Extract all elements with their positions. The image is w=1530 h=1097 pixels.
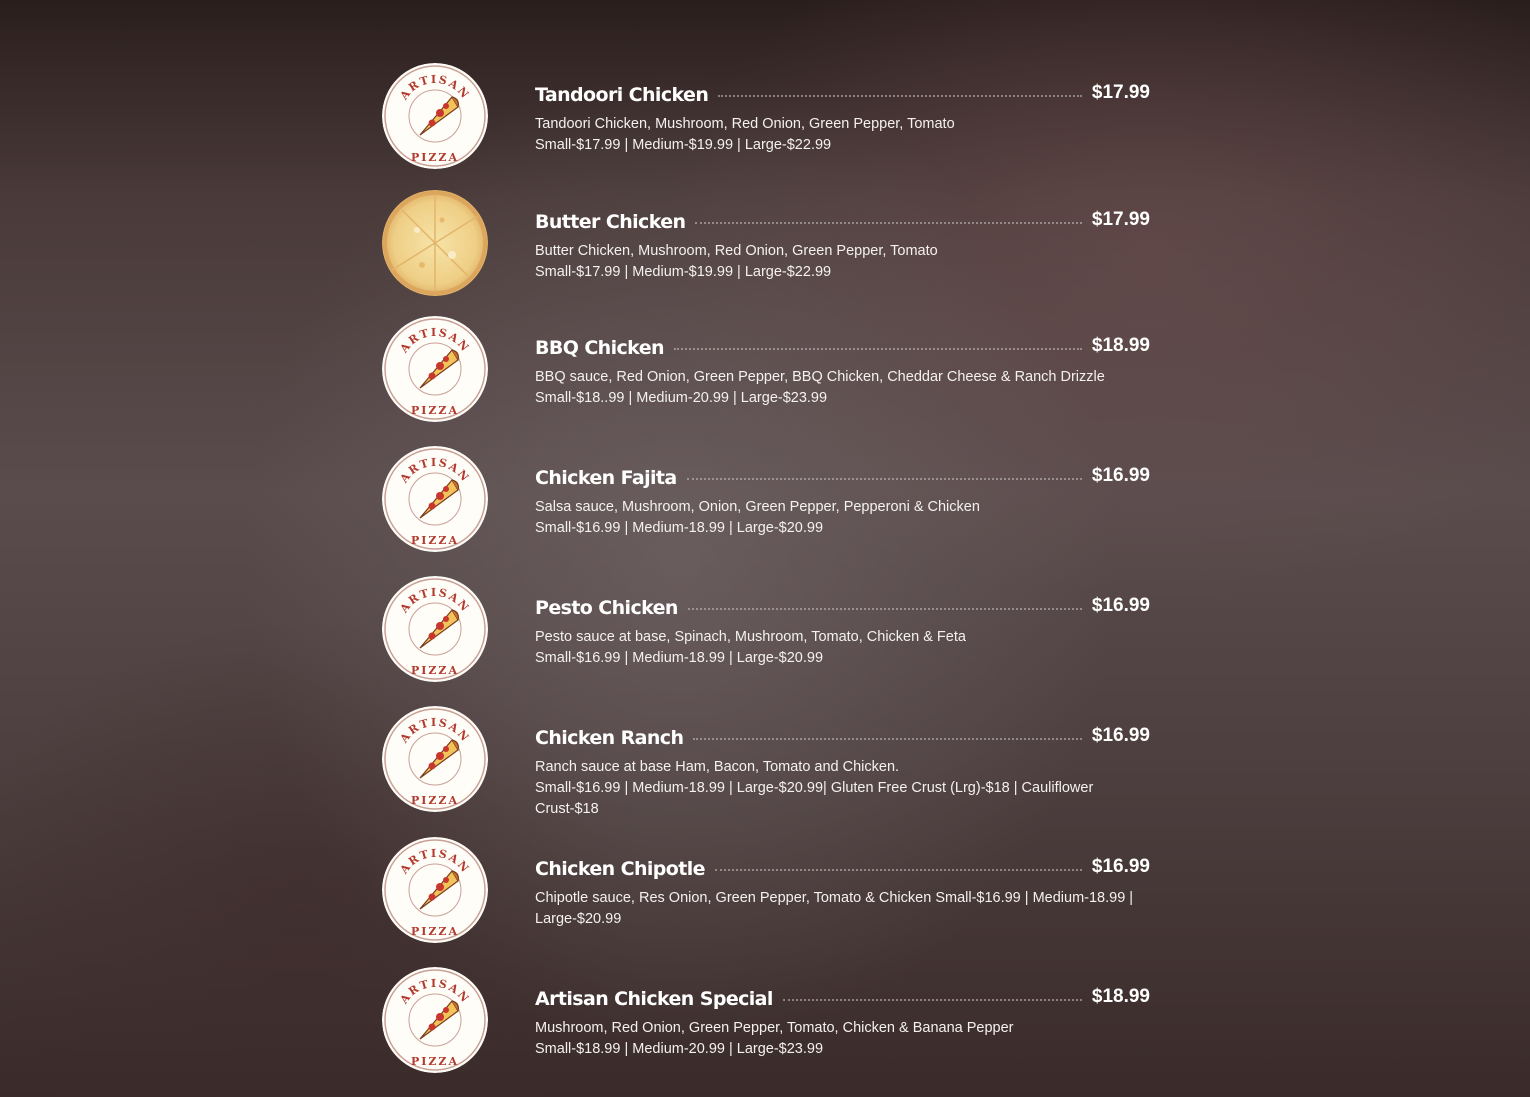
cheese-pizza-photo-image (382, 190, 488, 296)
dotted-leader (714, 869, 1082, 871)
menu-item: ARTISAN PIZZA Chicken Ranch $16.99 Ranch… (382, 706, 1150, 817)
dotted-leader (782, 999, 1082, 1001)
item-sizes: Small-$17.99 | Medium-$19.99 | Large-$22… (535, 264, 832, 280)
svg-text:PIZZA: PIZZA (411, 664, 459, 677)
svg-text:PIZZA: PIZZA (411, 534, 459, 547)
dotted-leader (693, 738, 1082, 740)
item-sizes: Small-$17.99 | Medium-$19.99 | Large-$22… (535, 137, 832, 153)
item-ingredients: BBQ sauce, Red Onion, Green Pepper, BBQ … (535, 369, 1105, 385)
item-price: $17.99 (1091, 82, 1150, 103)
item-name: Chicken Ranch (535, 727, 684, 749)
item-price: $16.99 (1091, 465, 1150, 486)
item-ingredients: Tandoori Chicken, Mushroom, Red Onion, G… (535, 116, 955, 132)
item-price: $17.99 (1091, 209, 1150, 230)
svg-text:PIZZA: PIZZA (411, 925, 459, 938)
menu-item: ARTISAN PIZZA Pesto Chicken $16.99 Pesto… (382, 576, 1150, 686)
dotted-leader (695, 222, 1082, 224)
menu-item: Butter Chicken $17.99 Butter Chicken, Mu… (382, 190, 1150, 300)
dotted-leader (718, 95, 1082, 97)
item-price: $18.99 (1091, 335, 1150, 356)
dotted-leader (673, 348, 1082, 350)
artisan-pizza-logo-image: ARTISAN PIZZA (382, 706, 488, 812)
item-sizes: Small-$16.99 | Medium-18.99 | Large-$20.… (535, 650, 824, 666)
item-name: Artisan Chicken Special (535, 988, 773, 1010)
item-ingredients: Chipotle sauce, Res Onion, Green Pepper,… (535, 890, 1134, 927)
artisan-pizza-logo-image: ARTISAN PIZZA (382, 446, 488, 552)
item-price: $16.99 (1091, 725, 1150, 746)
artisan-pizza-logo-image: ARTISAN PIZZA (382, 837, 488, 943)
item-price: $16.99 (1091, 856, 1150, 877)
svg-text:PIZZA: PIZZA (411, 404, 459, 417)
item-name: Tandoori Chicken (535, 84, 709, 106)
item-ingredients: Butter Chicken, Mushroom, Red Onion, Gre… (535, 243, 938, 259)
item-sizes: Small-$16.99 | Medium-18.99 | Large-$20.… (535, 520, 824, 536)
item-price: $16.99 (1091, 595, 1150, 616)
artisan-pizza-logo-image: ARTISAN PIZZA (382, 967, 488, 1073)
item-ingredients: Ranch sauce at base Ham, Bacon, Tomato a… (535, 759, 900, 775)
item-name: Chicken Chipotle (535, 858, 706, 880)
item-name: Chicken Fajita (535, 467, 677, 489)
menu-item: ARTISAN PIZZA Chicken Fajita $16.99 Sals… (382, 446, 1150, 556)
menu-item: ARTISAN PIZZA BBQ Chicken $18.99 BBQ sau… (382, 316, 1150, 426)
item-ingredients: Mushroom, Red Onion, Green Pepper, Tomat… (535, 1020, 1014, 1036)
item-ingredients: Pesto sauce at base, Spinach, Mushroom, … (535, 629, 966, 645)
item-name: BBQ Chicken (535, 337, 665, 359)
item-name: Butter Chicken (535, 211, 686, 233)
menu-item: ARTISAN PIZZA Tandoori Chicken $17.99 Ta… (382, 63, 1150, 173)
menu-item: ARTISAN PIZZA Chicken Chipotle $16.99 Ch… (382, 837, 1150, 947)
artisan-pizza-logo-image: ARTISAN PIZZA (382, 316, 488, 422)
item-sizes: Small-$18.99 | Medium-20.99 | Large-$23.… (535, 1041, 824, 1057)
svg-text:PIZZA: PIZZA (411, 794, 459, 807)
dotted-leader (686, 478, 1082, 480)
menu-item: ARTISAN PIZZA Artisan Chicken Special $1… (382, 967, 1150, 1077)
item-ingredients: Salsa sauce, Mushroom, Onion, Green Pepp… (535, 499, 980, 515)
dotted-leader (687, 608, 1082, 610)
item-sizes: Small-$16.99 | Medium-18.99 | Large-$20.… (535, 780, 1094, 817)
svg-text:PIZZA: PIZZA (411, 1055, 459, 1068)
artisan-pizza-logo-image: ARTISAN PIZZA (382, 63, 488, 169)
item-sizes: Small-$18..99 | Medium-20.99 | Large-$23… (535, 390, 828, 406)
item-name: Pesto Chicken (535, 597, 678, 619)
artisan-pizza-logo-image: ARTISAN PIZZA (382, 576, 488, 682)
svg-text:PIZZA: PIZZA (411, 151, 459, 164)
item-price: $18.99 (1091, 986, 1150, 1007)
